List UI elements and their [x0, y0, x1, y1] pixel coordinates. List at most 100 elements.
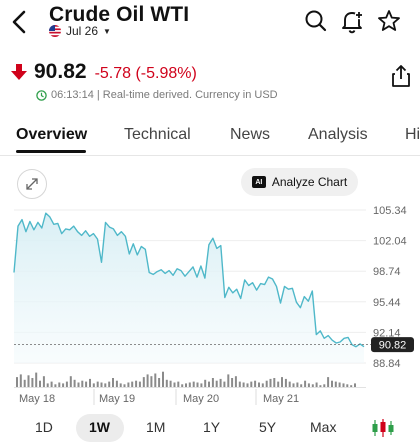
- volume-bar: [242, 382, 245, 387]
- volume-bar: [138, 381, 141, 387]
- star-icon[interactable]: [376, 8, 402, 34]
- volume-bar: [73, 379, 76, 387]
- analyze-chart-button[interactable]: AI Analyze Chart: [241, 168, 358, 196]
- price-area-fill: [14, 213, 364, 363]
- volume-bar: [250, 381, 253, 387]
- volume-bar: [181, 384, 184, 387]
- volume-bar: [192, 381, 195, 387]
- volume-bar: [112, 378, 114, 387]
- volume-bar: [188, 382, 191, 387]
- tab-news[interactable]: News: [230, 126, 270, 144]
- x-tick-label: May 18: [19, 393, 55, 405]
- realtime-note: 06:13:14 | Real-time derived. Currency i…: [36, 89, 278, 101]
- current-price-badge: 90.82: [371, 337, 414, 353]
- us-flag-icon: [49, 25, 61, 37]
- volume-bar: [185, 383, 187, 387]
- volume-bar: [323, 384, 326, 387]
- arrow-down-icon: [11, 64, 27, 80]
- volume-bar: [338, 382, 341, 387]
- volume-bar: [16, 377, 18, 387]
- bell-plus-icon[interactable]: [339, 8, 365, 34]
- quote-summary: 90.82 -5.78 (-5.98%): [10, 60, 197, 84]
- volume-bar: [92, 383, 95, 387]
- volume-bar: [27, 375, 30, 387]
- volume-bar: [19, 374, 22, 387]
- range-1d[interactable]: 1D: [35, 419, 53, 435]
- tab-analysis[interactable]: Analysis: [308, 126, 368, 144]
- analyze-chart-label: Analyze Chart: [271, 175, 348, 189]
- last-price: 90.82: [34, 60, 87, 83]
- range-max[interactable]: Max: [310, 419, 336, 435]
- volume-bar: [246, 383, 249, 387]
- range-5y[interactable]: 5Y: [259, 419, 276, 435]
- volume-bar: [254, 380, 257, 387]
- candlestick-icon[interactable]: [371, 417, 395, 439]
- range-1m[interactable]: 1M: [146, 419, 165, 435]
- volume-bar: [108, 381, 111, 387]
- volume-bar: [169, 380, 172, 387]
- ai-icon: AI: [251, 176, 266, 188]
- volume-bar: [215, 380, 218, 387]
- volume-bar: [42, 376, 45, 387]
- volume-bar: [281, 377, 283, 387]
- volume-bar: [165, 379, 168, 387]
- range-1w[interactable]: 1W: [89, 419, 110, 435]
- time-range-selector: 1D 1W 1M 1Y 5Y Max: [0, 414, 420, 442]
- tab-technical[interactable]: Technical: [124, 126, 191, 144]
- volume-bar: [50, 381, 53, 387]
- date-selector[interactable]: Jul 26 ▼: [49, 24, 111, 38]
- volume-bar: [288, 381, 291, 387]
- volume-bar: [238, 381, 241, 387]
- volume-bar: [65, 381, 68, 387]
- volume-bar: [142, 377, 145, 387]
- share-icon[interactable]: [390, 64, 412, 88]
- price-chart[interactable]: 105.34102.0498.7495.4492.1488.84 May 18 M…: [0, 200, 420, 415]
- volume-bar: [31, 378, 34, 387]
- tab-historical[interactable]: Hi: [405, 126, 420, 144]
- volume-bar: [307, 383, 310, 387]
- search-icon[interactable]: [303, 8, 329, 34]
- volume-bar: [315, 382, 318, 387]
- volume-bar: [127, 382, 130, 387]
- volume-bar: [115, 380, 118, 387]
- contract-date: Jul 26: [66, 24, 99, 38]
- volume-bar: [123, 384, 126, 387]
- volume-bar: [150, 376, 153, 387]
- volume-bar: [273, 378, 276, 387]
- volume-bar: [342, 383, 345, 387]
- volume-bar: [46, 383, 49, 387]
- volume-bar: [346, 384, 349, 387]
- volume-bar: [200, 383, 203, 387]
- back-arrow-icon[interactable]: [8, 8, 32, 36]
- volume-bar: [334, 381, 337, 387]
- volume-bar: [265, 380, 268, 387]
- y-tick-label: 98.74: [373, 266, 401, 278]
- volume-bar: [62, 383, 65, 387]
- volume-bar: [296, 382, 299, 387]
- y-tick-label: 88.84: [373, 358, 401, 370]
- expand-chart-button[interactable]: [17, 169, 47, 199]
- tab-overview[interactable]: Overview: [16, 126, 87, 144]
- volume-bar: [177, 381, 180, 387]
- volume-bar: [304, 380, 307, 387]
- range-1y[interactable]: 1Y: [203, 419, 220, 435]
- volume-bar: [146, 374, 149, 387]
- volume-bar: [284, 378, 287, 387]
- volume-bar: [162, 371, 164, 387]
- x-tick-label: May 20: [183, 393, 219, 405]
- chevron-down-icon: ▼: [103, 26, 111, 36]
- volume-bar: [311, 384, 314, 387]
- volume-bar: [173, 382, 176, 387]
- active-tab-indicator: [16, 150, 86, 153]
- current-price-badge-text: 90.82: [379, 340, 407, 352]
- x-tick-label: May 21: [263, 393, 299, 405]
- app-header: Crude Oil WTI Jul 26 ▼: [0, 0, 420, 50]
- volume-bar: [331, 380, 333, 387]
- volume-bar: [327, 377, 330, 387]
- volume-bar: [104, 383, 107, 387]
- volume-bar: [234, 376, 237, 387]
- volume-bar: [223, 381, 226, 387]
- y-tick-label: 105.34: [373, 205, 407, 217]
- volume-bar: [319, 385, 322, 387]
- volume-bar: [277, 381, 280, 387]
